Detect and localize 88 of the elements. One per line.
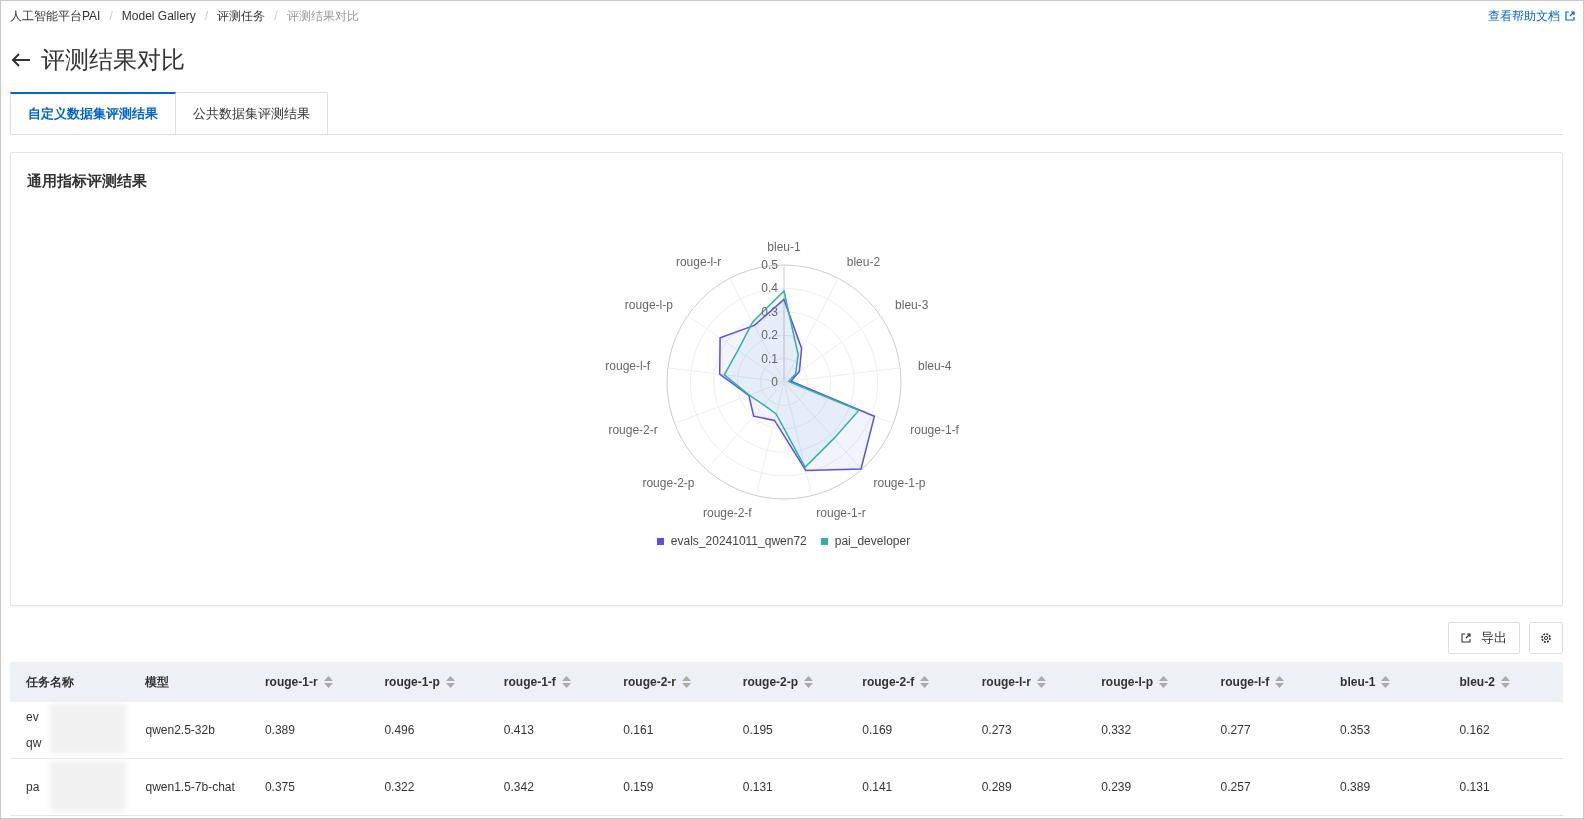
axis-label: rouge-1-p	[873, 476, 926, 491]
table-cell: 0.257	[1220, 780, 1251, 794]
breadcrumb-separator: /	[109, 9, 113, 23]
table-cell: 0.496	[384, 723, 415, 737]
ring-tick-label: 0.4	[760, 281, 778, 296]
table-cell: 0.169	[862, 723, 893, 737]
sort-icon[interactable]	[1159, 676, 1169, 688]
sort-icon[interactable]	[445, 676, 455, 688]
ring-tick-label: 0.2	[760, 328, 778, 343]
table-cell: qwen2.5-32b	[145, 723, 215, 737]
column-header: rouge-l-r	[981, 675, 1032, 689]
table-cell: 0.273	[981, 723, 1012, 737]
breadcrumb-link[interactable]: 人工智能平台PAI	[10, 7, 101, 25]
table-cell: 0.389	[264, 723, 295, 737]
sort-icon[interactable]	[1037, 676, 1047, 688]
table-cell: qwen1.5-7b-chat	[145, 780, 235, 794]
column-header: rouge-1-f	[503, 675, 556, 689]
breadcrumb-link[interactable]: 评测任务	[217, 7, 266, 25]
sort-icon[interactable]	[1275, 676, 1285, 688]
table-cell: 0.131	[742, 780, 773, 794]
breadcrumb-separator: /	[204, 9, 209, 23]
sort-icon[interactable]	[561, 676, 571, 688]
tab[interactable]: 公共数据集评测结果	[176, 92, 328, 134]
table-cell-text: ev	[26, 710, 40, 724]
table-cell: 0.277	[1220, 723, 1251, 737]
column-header: bleu-1	[1340, 675, 1376, 689]
table-cell: 0.131	[1459, 780, 1490, 794]
table-cell: pa	[26, 780, 40, 794]
table-cell: 0.289	[981, 780, 1012, 794]
external-link-icon	[1461, 633, 1471, 643]
column-header: rouge-1-p	[384, 675, 440, 689]
table-cell: 0.195	[742, 723, 773, 737]
table-cell: 0.342	[503, 780, 534, 794]
axis-label: bleu-1	[766, 240, 801, 254]
sort-icon[interactable]	[1500, 676, 1510, 688]
ring-tick-label: 0.5	[760, 258, 778, 272]
legend-label[interactable]: pai_developer	[834, 534, 911, 548]
card-title: 通用指标评测结果	[26, 171, 148, 191]
sort-icon[interactable]	[804, 676, 814, 688]
column-header: rouge-2-r	[623, 675, 676, 689]
table-cell: 0.141	[862, 780, 893, 794]
table-cell: 0.239	[1101, 780, 1132, 794]
axis-label: rouge-1-f	[909, 422, 959, 437]
back-arrow-icon[interactable]	[11, 52, 31, 68]
sort-icon[interactable]	[681, 676, 691, 688]
sort-icon[interactable]	[920, 676, 930, 688]
axis-label: rouge-l-f	[604, 358, 650, 373]
settings-button[interactable]	[1529, 622, 1563, 654]
table-cell: qw	[26, 736, 42, 750]
tab[interactable]: 自定义数据集评测结果	[10, 92, 176, 134]
table-cell: 0.375	[264, 780, 295, 794]
table-cell: 0.332	[1101, 723, 1132, 737]
column-header: rouge-1-r	[264, 675, 318, 689]
legend-label[interactable]: evals_20241011_qwen72	[670, 534, 807, 548]
sort-icon[interactable]	[1381, 676, 1391, 688]
axis-label: bleu-4	[917, 358, 951, 373]
breadcrumb-separator: /	[274, 9, 278, 23]
table-cell: 0.389	[1340, 780, 1371, 794]
ring-tick-label: 0.1	[760, 351, 778, 366]
page-title: 评测结果对比	[41, 45, 185, 75]
axis-label: rouge-1-r	[815, 506, 866, 521]
table-cell: 0.353	[1340, 723, 1371, 737]
column-header: 模型	[145, 673, 170, 691]
axis-label: bleu-2	[846, 255, 880, 270]
external-link-icon	[1565, 11, 1575, 21]
column-header: bleu-2	[1459, 675, 1495, 689]
axis-label: rouge-2-p	[641, 476, 694, 491]
table-cell: 0.161	[623, 723, 654, 737]
table-cell: 0.162	[1459, 723, 1490, 737]
table-cell: 0.413	[503, 723, 534, 737]
breadcrumb-link[interactable]: Model Gallery	[121, 9, 196, 23]
table-cell: 0.322	[384, 780, 415, 794]
column-header: rouge-l-p	[1101, 675, 1154, 689]
column-header: rouge-2-f	[862, 675, 915, 689]
axis-label: rouge-l-r	[675, 255, 721, 270]
export-button[interactable]: 导出	[1448, 622, 1520, 654]
column-header: rouge-l-f	[1220, 675, 1270, 689]
sort-icon[interactable]	[323, 676, 333, 688]
axis-label: bleu-3	[894, 298, 928, 313]
help-link[interactable]: 查看帮助文档	[1488, 7, 1575, 25]
column-header: 任务名称	[26, 673, 74, 691]
axis-label: rouge-2-r	[607, 422, 658, 437]
column-header: rouge-2-p	[742, 675, 799, 689]
table-cell: 0.159	[623, 780, 654, 794]
ring-tick-label: 0	[770, 375, 778, 389]
settings-icon	[1540, 632, 1552, 644]
axis-label: rouge-l-p	[624, 298, 673, 313]
axis-label: rouge-2-f	[702, 506, 752, 521]
